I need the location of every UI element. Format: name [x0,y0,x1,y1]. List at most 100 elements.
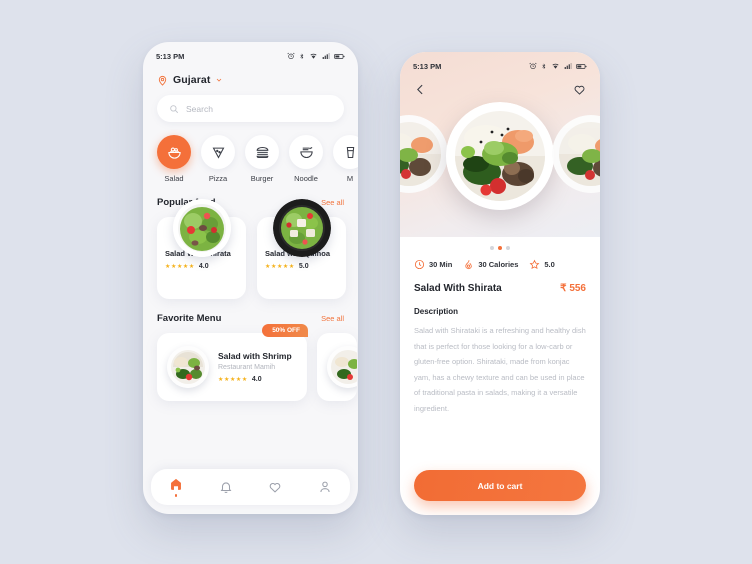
discount-badge: 50% OFF [262,324,308,337]
nav-item-home[interactable] [169,477,183,497]
popular-food-list: Salad With Shirata ★★★★★ 4.0 [143,199,358,299]
carousel-image-next[interactable] [552,115,600,193]
popular-food-card[interactable]: Salad With Shirata ★★★★★ 4.0 [157,199,246,299]
bottom-navigation [151,469,350,505]
category-item-pizza[interactable]: Pizza [201,135,235,183]
restaurant-name: Restaurant Mamih [218,364,276,371]
hero-carousel[interactable]: 5:13 PM [400,52,600,237]
clock-icon [414,259,425,270]
category-label: M [346,174,354,183]
favorite-menu-card-next[interactable] [317,333,357,401]
meta-text: 5.0 [544,260,555,269]
drink-icon [333,135,358,169]
food-name: Salad with Shrimp [218,351,292,361]
salad-bowl-icon [157,135,191,169]
section-title: Favorite Menu [157,313,222,324]
rating: ★★★★★ 4.0 [218,376,292,383]
favorite-menu-header: Favorite Menu See all [143,299,358,324]
status-bar-icons [287,52,345,60]
search-icon [170,104,179,113]
battery-icon [334,53,345,59]
category-label: Salad [164,174,184,183]
status-bar-time: 5:13 PM [413,61,442,71]
wifi-icon [552,63,559,69]
rating-stars: ★★★★★ [265,264,295,270]
battery-icon [576,63,587,69]
location-name: Gujarat [173,74,211,86]
dish-price: ₹ 556 [560,283,586,294]
meta-calories: 30 Calories [463,259,518,270]
burger-icon [245,135,279,169]
see-all-link[interactable]: See all [321,314,344,323]
mockup-stage: 5:13 PM Gujarat Search Salad Pizza Burge… [0,0,752,564]
food-image [327,346,357,388]
signal-icon [564,63,572,69]
noodle-bowl-icon [289,135,323,169]
carousel-pagination [400,237,600,250]
location-pin-icon [158,75,167,86]
description-text: Salad with Shirataki is a refreshing and… [414,326,586,413]
description-heading: Description [414,307,459,316]
search-container: Search [143,86,358,122]
chevron-down-icon[interactable] [215,76,223,84]
active-indicator-dot [174,494,178,497]
search-placeholder: Search [186,103,213,114]
bluetooth-icon [542,63,546,69]
pagination-dot[interactable] [506,246,510,250]
back-chevron-icon[interactable] [414,83,427,96]
rating-stars: ★★★★★ [218,377,248,383]
popular-food-card[interactable]: Salad with Quinoa ★★★★★ 5.0 [257,199,346,299]
category-item-burger[interactable]: Burger [245,135,279,183]
alarm-icon [287,52,295,59]
pizza-slice-icon [201,135,235,169]
pagination-dot[interactable] [490,246,494,250]
search-input[interactable]: Search [157,95,344,122]
nav-item-notifications[interactable] [219,480,233,494]
nav-item-profile[interactable] [318,480,332,494]
status-bar: 5:13 PM [143,42,358,64]
favorite-menu-card[interactable]: 50% OFF Salad with Shrimp Restaurant Mam… [157,324,308,401]
favorite-menu-list: 50% OFF Salad with Shrimp Restaurant Mam… [143,324,358,401]
favorite-card-text: Salad with Shrimp Restaurant Mamih ★★★★★… [218,351,292,383]
category-item-more[interactable]: M [333,135,358,183]
phone-detail-screen: 5:13 PM 30 Min 30 Calories 5.0 Salad Wit… [400,52,600,515]
signal-icon [322,53,330,59]
carousel-image-current[interactable] [446,102,554,210]
wifi-icon [310,53,317,59]
rating-value: 4.0 [198,263,209,270]
rating: ★★★★★ 4.0 [165,263,238,270]
rating: ★★★★★ 5.0 [265,263,338,270]
category-item-salad[interactable]: Salad [157,135,191,183]
status-bar: 5:13 PM [400,52,600,74]
food-image [272,199,331,257]
category-label: Burger [250,174,274,183]
meta-text: 30 Min [429,260,453,269]
meta-text: 30 Calories [478,260,519,269]
meta-rating: 5.0 [529,259,555,270]
status-bar-icons [529,62,587,70]
add-to-cart-button[interactable]: Add to cart [414,470,586,501]
category-list: Salad Pizza Burger Noodle M [143,122,358,183]
alarm-icon [529,62,537,69]
nav-item-favorites[interactable] [268,480,282,494]
heart-icon[interactable] [573,83,586,96]
dish-title: Salad With Shirata [414,283,502,294]
popular-food-header: Popular food See all [143,183,358,208]
bell-icon [220,482,232,494]
dish-meta-row: 30 Min 30 Calories 5.0 [400,250,600,270]
home-icon [170,479,181,491]
category-label: Noodle [294,174,318,183]
star-icon [529,259,540,269]
location-selector[interactable]: Gujarat [143,64,358,86]
see-all-link[interactable]: See all [321,198,344,207]
pagination-dot-active[interactable] [498,246,502,250]
heart-icon [270,482,281,493]
category-item-noodle[interactable]: Noodle [289,135,323,183]
carousel-image-previous[interactable] [400,115,448,193]
user-icon [320,481,330,493]
meta-prep-time: 30 Min [414,259,452,270]
dish-title-row: Salad With Shirata ₹ 556 [400,270,600,294]
calories-icon [465,260,473,270]
rating-stars: ★★★★★ [165,264,195,270]
food-image [167,346,209,388]
